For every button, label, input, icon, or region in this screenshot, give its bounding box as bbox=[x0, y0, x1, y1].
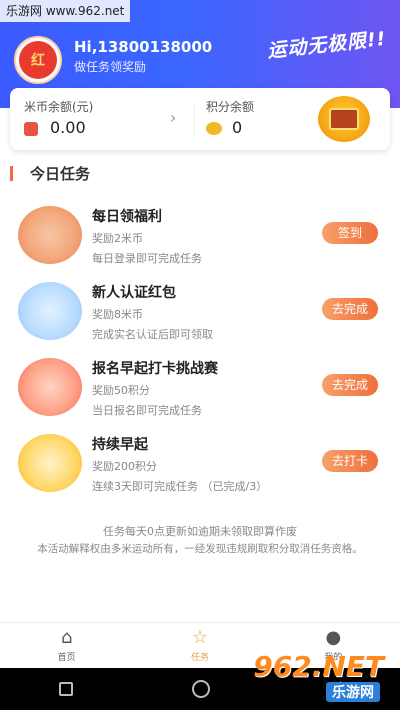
sign-in-gift-icon bbox=[18, 206, 82, 264]
task-reward: 奖励50积分 bbox=[92, 384, 150, 397]
task-item: 报名早起打卡挑战赛 奖励50积分 当日报名即可完成任务 去完成 bbox=[0, 352, 400, 428]
task-desc: 连续3天即可完成任务 （已完成/3） bbox=[92, 480, 268, 493]
watermark-logo: 962.NET 乐游网 bbox=[253, 650, 392, 702]
task-title: 持续早起 bbox=[92, 437, 148, 453]
watermark-logo-text: 962.NET bbox=[253, 650, 384, 683]
tab-label: 任务 bbox=[190, 653, 209, 663]
watermark-top: 乐游网 www.962.net bbox=[0, 0, 131, 22]
red-envelope-icon bbox=[18, 282, 82, 340]
balance-card: 米币余额(元) 0.00 › 积分余额 0 bbox=[10, 88, 390, 150]
complete-button[interactable]: 去完成 bbox=[322, 298, 378, 320]
chevron-right-icon[interactable]: › bbox=[170, 108, 176, 127]
recent-apps-icon[interactable] bbox=[59, 682, 74, 696]
divider bbox=[194, 102, 195, 136]
user-name: Hi,13800138000 bbox=[74, 38, 213, 56]
points-balance-label: 积分余额 bbox=[206, 100, 255, 114]
tab-home[interactable]: ⌂ 首页 bbox=[0, 623, 133, 668]
task-reward: 奖励8米币 bbox=[92, 308, 143, 321]
task-item: 持续早起 奖励200积分 连续3天即可完成任务 （已完成/3） 去打卡 bbox=[0, 428, 400, 504]
gold-ingot-icon bbox=[18, 434, 82, 492]
task-item: 每日领福利 奖励2米币 每日登录即可完成任务 签到 bbox=[0, 200, 400, 276]
task-title: 报名早起打卡挑战赛 bbox=[92, 361, 218, 377]
notice-line-1: 任务每天0点更新如逾期未领取即算作废 bbox=[103, 525, 297, 538]
tab-tasks[interactable]: ☆ 任务 bbox=[133, 623, 266, 668]
challenge-icon bbox=[18, 358, 82, 416]
task-desc: 每日登录即可完成任务 bbox=[92, 252, 202, 265]
task-reward: 奖励2米币 bbox=[92, 232, 143, 245]
avatar-logo: 红 bbox=[19, 41, 57, 79]
task-reward: 奖励200积分 bbox=[92, 460, 157, 473]
mi-coin-icon bbox=[24, 122, 38, 136]
task-item: 新人认证红包 奖励8米币 完成实名认证后即可领取 去完成 bbox=[0, 276, 400, 352]
section-title: 今日任务 bbox=[30, 165, 91, 183]
mi-balance-label: 米币余额(元) bbox=[24, 100, 94, 114]
section-marker bbox=[10, 166, 13, 181]
user-icon: ● bbox=[325, 627, 342, 648]
treasure-chest-icon[interactable] bbox=[318, 96, 370, 142]
watermark-logo-cn: 乐游网 bbox=[326, 682, 380, 702]
task-title: 新人认证红包 bbox=[92, 285, 176, 301]
complete-button[interactable]: 去完成 bbox=[322, 374, 378, 396]
home-icon: ⌂ bbox=[60, 627, 73, 648]
notice-line-2: 本活动解释权由多米运动所有，一经发现违规刷取积分取消任务资格。 bbox=[37, 543, 363, 555]
check-in-button[interactable]: 去打卡 bbox=[322, 450, 378, 472]
star-icon: ☆ bbox=[191, 627, 209, 648]
points-balance-value: 0 bbox=[232, 118, 243, 137]
avatar[interactable]: 红 bbox=[14, 36, 62, 84]
home-button-icon[interactable] bbox=[191, 680, 210, 698]
points-coin-icon bbox=[206, 122, 222, 135]
task-desc: 当日报名即可完成任务 bbox=[92, 404, 202, 417]
task-title: 每日领福利 bbox=[92, 209, 162, 225]
tab-label: 首页 bbox=[57, 653, 76, 663]
task-desc: 完成实名认证后即可领取 bbox=[92, 328, 213, 341]
mi-balance-value: 0.00 bbox=[50, 118, 86, 137]
sign-in-button[interactable]: 签到 bbox=[322, 222, 378, 244]
slogan: 运动无极限!! bbox=[265, 27, 387, 63]
user-subtitle: 做任务领奖励 bbox=[74, 60, 147, 74]
